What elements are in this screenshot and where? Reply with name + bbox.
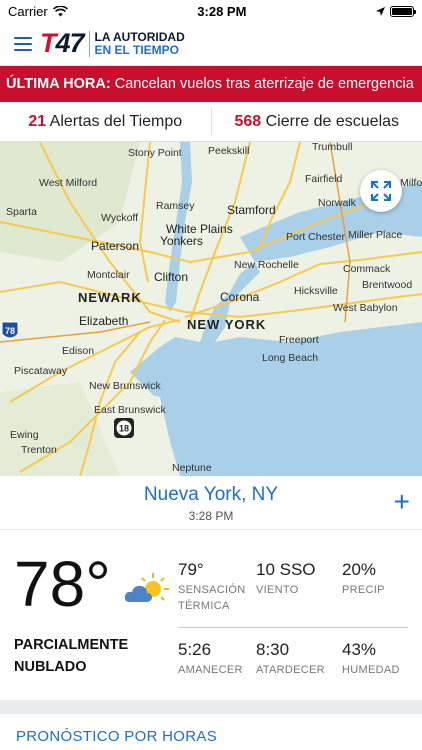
map-label-ewing: Ewing [10, 429, 39, 441]
map-label-newark: NEWARK [78, 290, 142, 305]
sunset-value: 8:30 [256, 640, 290, 659]
map-label-stony-point: Stony Point [128, 147, 182, 159]
map-label-paterson: Paterson [91, 239, 139, 253]
precip-value: 20% [342, 560, 377, 579]
location-header: Nueva York, NY 3:28 PM + [0, 476, 422, 530]
map-label-norwalk: Norwalk [318, 197, 357, 209]
weather-alerts-count: 21 [28, 112, 47, 130]
map-label-commack: Commack [343, 263, 391, 275]
weather-alerts-label: Alertas del Tiempo [49, 112, 183, 130]
app-screen: Carrier 3:28 PM T47 LA AUTORIDAD EN EL T… [0, 0, 422, 750]
logo-tagline-1: LA AUTORIDAD [94, 29, 185, 44]
map-label-montclair: Montclair [87, 269, 130, 281]
map-label-brentwood: Brentwood [362, 279, 412, 291]
expand-map-button[interactable] [360, 170, 402, 212]
map-label-miller-place: Miller Place [348, 229, 402, 241]
carrier-label: Carrier [8, 3, 48, 19]
map-label-wyckoff: Wyckoff [101, 212, 138, 224]
station-logo: T47 LA AUTORIDAD EN EL TIEMPO [40, 28, 185, 58]
map-label-hicksville: Hicksville [294, 285, 338, 297]
conditions-grid: 79° SENSACIÓN TÉRMICA 10 SSO VIENTO 20% … [178, 560, 408, 678]
feels-like-value: 79° [178, 560, 204, 579]
feels-like-label: SENSACIÓN TÉRMICA [178, 584, 246, 612]
location-arrow-icon [376, 6, 385, 16]
breaking-news-label: ÚLTIMA HORA: [6, 76, 111, 92]
app-header: T47 LA AUTORIDAD EN EL TIEMPO [0, 22, 422, 66]
weather-alerts-link[interactable]: 21 Alertas del Tiempo [0, 113, 211, 131]
current-condition-text: PARCIALMENTE NUBLADO [14, 637, 129, 675]
svg-text:18: 18 [119, 424, 129, 434]
logo-tagline-2: EN EL TIEMPO [94, 42, 180, 57]
hourly-forecast-title[interactable]: PRONÓSTICO POR HORAS [0, 714, 422, 745]
partly-cloudy-icon [124, 573, 169, 602]
svg-text:78: 78 [5, 326, 15, 336]
sunrise-label: AMANECER [178, 664, 243, 676]
wind-value: 10 SSO [256, 560, 316, 579]
map-label-ramsey: Ramsey [156, 200, 195, 212]
battery-icon [390, 5, 416, 17]
map-label-trumbull: Trumbull [312, 142, 352, 153]
interstate-78-shield: 78 [1, 321, 19, 339]
breaking-news-text: Cancelan vuelos tras aterrizaje de emerg… [110, 76, 414, 92]
weather-map[interactable]: Stony Point Peekskill Trumbull West Milf… [0, 142, 422, 476]
sunrise-value: 5:26 [178, 640, 212, 659]
status-bar: Carrier 3:28 PM [0, 0, 422, 22]
map-label-peekskill: Peekskill [208, 145, 249, 157]
map-label-edison: Edison [62, 345, 94, 357]
map-label-new-brunswick: New Brunswick [89, 380, 162, 392]
map-label-trenton: Trenton [21, 444, 57, 456]
precip-label: PRECIP [342, 584, 385, 596]
map-label-long-beach: Long Beach [262, 352, 318, 364]
map-label-port-chester: Port Chester [286, 231, 345, 243]
wifi-icon [52, 5, 68, 16]
school-closings-link[interactable]: 568 Cierre de escuelas [212, 113, 422, 131]
humidity-label: HUMEDAD [342, 664, 400, 676]
map-label-east-brunswick: East Brunswick [94, 404, 167, 416]
map-label-new-rochelle: New Rochelle [234, 259, 299, 271]
map-label-elizabeth: Elizabeth [79, 314, 128, 328]
status-time: 3:28 PM [197, 3, 247, 19]
school-closings-label: Cierre de escuelas [265, 112, 400, 130]
alerts-bar: 21 Alertas del Tiempo 568 Cierre de escu… [0, 102, 422, 142]
section-divider [0, 700, 422, 714]
location-name[interactable]: Nueva York, NY [0, 484, 422, 506]
breaking-news-banner[interactable]: ÚLTIMA HORA: Cancelan vuelos tras aterri… [0, 66, 422, 102]
map-label-neptune: Neptune [172, 462, 212, 474]
current-temperature: 78° [14, 548, 111, 620]
expand-icon [371, 181, 391, 201]
map-label-piscataway: Piscataway [14, 365, 68, 377]
sunset-label: ATARDECER [256, 664, 325, 676]
map-label-corona: Corona [220, 290, 260, 304]
map-label-yonkers: Yonkers [160, 234, 203, 248]
map-label-fairfield: Fairfield [305, 173, 343, 185]
location-time: 3:28 PM [188, 509, 234, 523]
map-label-milford: Milfo [400, 177, 422, 189]
map-label-new-york: NEW YORK [187, 317, 266, 332]
school-closings-count: 568 [234, 112, 262, 130]
map-label-freeport: Freeport [279, 334, 319, 346]
wind-label: VIENTO [256, 584, 299, 596]
current-conditions: 78° PARCIALMENTE NUBLADO 79° SENSACIÓN T… [0, 530, 422, 700]
route-18-shield: 18 [114, 418, 134, 438]
menu-icon[interactable] [14, 36, 32, 51]
map-label-west-milford: West Milford [39, 177, 97, 189]
map-label-west-babylon: West Babylon [333, 302, 398, 314]
map-label-sparta: Sparta [6, 206, 37, 218]
map-label-clifton: Clifton [154, 270, 188, 284]
humidity-value: 43% [342, 640, 377, 659]
map-label-stamford: Stamford [227, 203, 276, 217]
add-location-button[interactable]: + [394, 488, 410, 516]
